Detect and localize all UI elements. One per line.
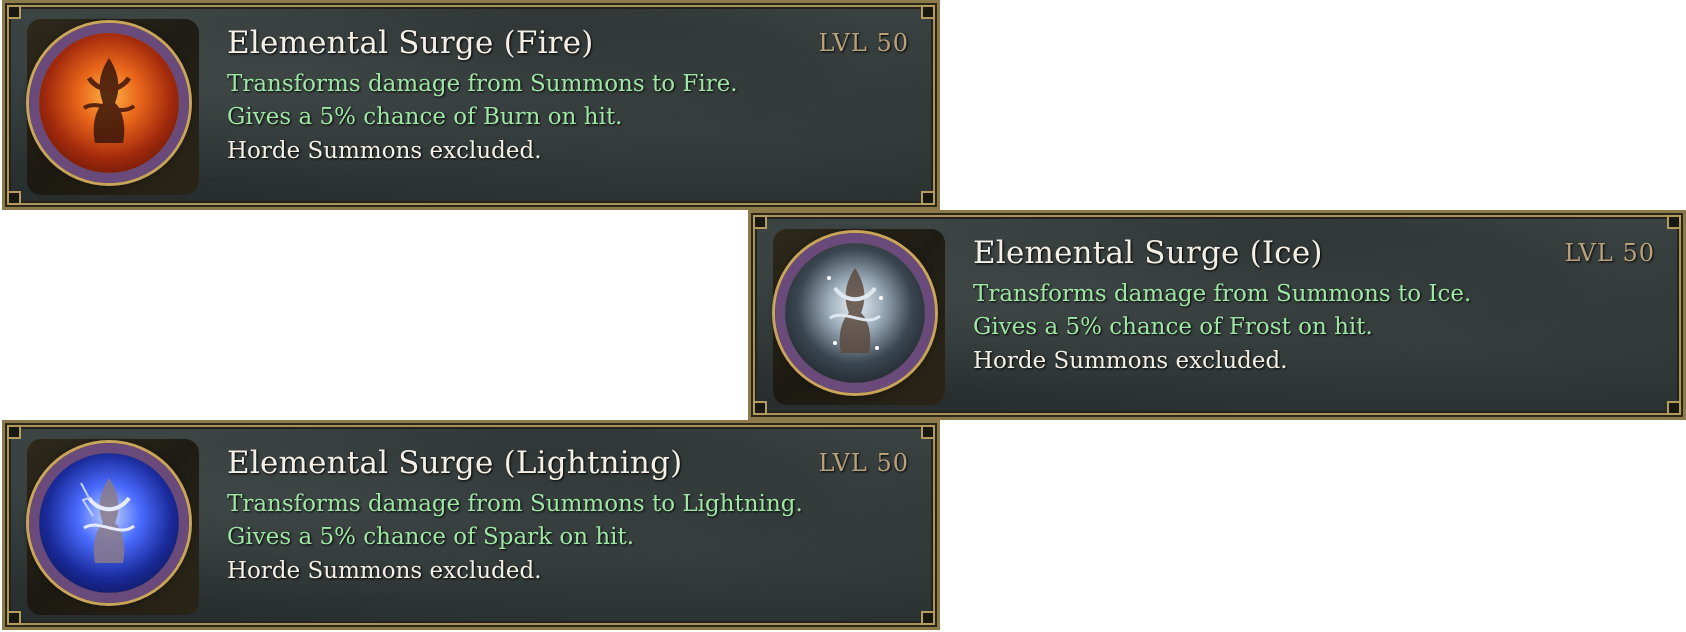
skill-title: Elemental Surge (Fire) (227, 25, 594, 61)
skill-effect-line: Gives a 5% chance of Spark on hit. (227, 524, 635, 550)
skill-effect-line: Transforms damage from Summons to Ice. (973, 281, 1472, 307)
skill-note-line: Horde Summons excluded. (227, 558, 542, 584)
fire-summon-icon (19, 15, 201, 197)
skill-effect-line: Transforms damage from Summons to Fire. (227, 71, 738, 97)
skill-level: LVL 50 (1564, 239, 1655, 267)
skill-effect-line: Gives a 5% chance of Frost on hit. (973, 314, 1373, 340)
frame-corner (921, 425, 935, 439)
frame-corner (1667, 401, 1681, 415)
skill-card-ice[interactable]: Elemental Surge (Ice) LVL 50 Transforms … (748, 210, 1686, 420)
lightning-summon-icon (19, 435, 201, 617)
skill-card-lightning[interactable]: Elemental Surge (Lightning) LVL 50 Trans… (2, 420, 940, 630)
skill-level: LVL 50 (818, 449, 909, 477)
skill-level: LVL 50 (818, 29, 909, 57)
frame-corner (921, 191, 935, 205)
skill-note-line: Horde Summons excluded. (973, 348, 1288, 374)
skill-card-fire[interactable]: Elemental Surge (Fire) LVL 50 Transforms… (2, 0, 940, 210)
skill-effect-line: Gives a 5% chance of Burn on hit. (227, 104, 623, 130)
skill-title: Elemental Surge (Lightning) (227, 445, 683, 481)
ice-summon-icon (765, 225, 947, 407)
frame-corner (921, 5, 935, 19)
frame-corner (921, 611, 935, 625)
skill-effect-line: Transforms damage from Summons to Lightn… (227, 491, 803, 517)
skill-title: Elemental Surge (Ice) (973, 235, 1323, 271)
skill-note-line: Horde Summons excluded. (227, 138, 542, 164)
frame-corner (1667, 215, 1681, 229)
